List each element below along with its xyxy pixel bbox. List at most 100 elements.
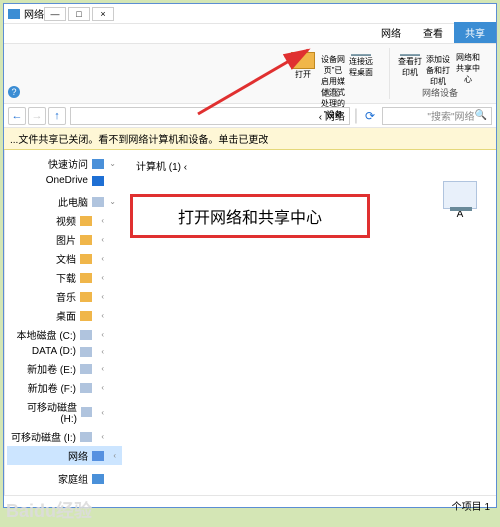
sidebar-item-drive-i[interactable]: ›可移动磁盘 (I:) xyxy=(7,427,122,446)
sidebar-label: 音乐 xyxy=(56,289,76,304)
sidebar-item-drive-f[interactable]: ›新加卷 (F:) xyxy=(7,378,122,397)
tab-file[interactable]: 共享 xyxy=(454,22,496,43)
sidebar-item-videos[interactable]: ›视频 xyxy=(7,211,122,230)
sidebar-label: 新加卷 (F:) xyxy=(28,380,76,395)
sidebar-item-drive-c[interactable]: ›本地磁盘 (C:) xyxy=(7,325,122,344)
sidebar-label: 文档 xyxy=(56,251,76,266)
sidebar-label: OneDrive xyxy=(46,175,88,186)
ribbon-sharing-center-label: 网络和共享中心 xyxy=(454,52,482,85)
info-bar[interactable]: 文件共享已关闭。看不到网络计算机和设备。单击已更改... xyxy=(4,128,496,150)
ribbon-open-button[interactable]: 打开 xyxy=(289,52,317,80)
sidebar-label: 图片 xyxy=(56,232,76,247)
sidebar-label: 此电脑 xyxy=(58,194,88,209)
ribbon-group-label-1: 网络设备 xyxy=(422,86,458,99)
sidebar-item-documents[interactable]: ›文档 xyxy=(7,249,122,268)
titlebar: × □ — 网络 xyxy=(4,4,496,24)
sidebar-label: 本地磁盘 (C:) xyxy=(17,327,76,342)
sidebar-label: 网络 xyxy=(68,448,88,463)
window: × □ — 网络 共享 查看 网络 网络和共享中心 添加设备和打印机 查看打印机… xyxy=(3,3,497,508)
folder-icon xyxy=(80,235,92,245)
back-button[interactable]: ← xyxy=(8,107,26,125)
sidebar-item-onedrive[interactable]: OneDrive xyxy=(7,173,122,188)
ribbon-props-label: 查看打印机 xyxy=(398,56,422,78)
folder-icon xyxy=(80,216,92,226)
minimize-button[interactable]: — xyxy=(44,7,66,21)
tab-view[interactable]: 查看 xyxy=(412,22,454,43)
ribbon-media-button[interactable]: 设备网页"已启用媒体流式处理的设备" xyxy=(321,54,345,78)
annotation-callout: 打开网络和共享中心 xyxy=(130,194,370,238)
monitor-icon xyxy=(443,181,477,209)
network-icon xyxy=(92,451,104,461)
sidebar-label: 可移动磁盘 (I:) xyxy=(11,429,76,444)
sidebar-item-network[interactable]: ›网络 xyxy=(7,446,122,465)
pc-icon xyxy=(92,197,104,207)
cloud-icon xyxy=(92,176,104,186)
ribbon-add-device-label: 添加设备和打印机 xyxy=(426,54,450,87)
address-path[interactable]: 网络 › xyxy=(70,107,350,125)
folder-icon xyxy=(80,254,92,264)
drive-icon xyxy=(81,407,92,417)
nav-sidebar: ⌄快速访问 OneDrive ⌄此电脑 ›视频 ›图片 ›文档 ›下载 ›音乐 … xyxy=(4,150,124,495)
sidebar-label: 新加卷 (E:) xyxy=(27,361,76,376)
sidebar-label: 家庭组 xyxy=(58,471,88,486)
sidebar-item-pictures[interactable]: ›图片 xyxy=(7,230,122,249)
drive-icon xyxy=(80,432,92,442)
sidebar-label: 视频 xyxy=(56,213,76,228)
help-button[interactable]: ? xyxy=(8,86,20,98)
sidebar-item-desktop[interactable]: ›桌面 xyxy=(7,306,122,325)
sidebar-label: 可移动磁盘 (H:) xyxy=(11,399,77,425)
ribbon-remote-label: 连接远程桌面 xyxy=(349,56,373,78)
computer-item[interactable]: A xyxy=(430,181,490,220)
drive-icon xyxy=(80,364,92,374)
window-title: 网络 xyxy=(24,6,44,21)
maximize-button[interactable]: □ xyxy=(68,7,90,21)
ribbon-tabs: 共享 查看 网络 xyxy=(4,24,496,44)
ribbon: 网络和共享中心 添加设备和打印机 查看打印机 网络设备 连接远程桌面 设备网页"… xyxy=(4,44,496,104)
sidebar-item-music[interactable]: ›音乐 xyxy=(7,287,122,306)
ribbon-sharing-center-button[interactable]: 网络和共享中心 xyxy=(454,52,482,80)
ribbon-remote-button[interactable]: 连接远程桌面 xyxy=(349,54,373,78)
search-input[interactable]: 🔍 搜索"网络" xyxy=(382,107,492,125)
status-text: 1 个项目 xyxy=(452,498,490,513)
folder-icon xyxy=(80,292,92,302)
ribbon-open-label: 打开 xyxy=(295,69,311,80)
ribbon-add-device-button[interactable]: 添加设备和打印机 xyxy=(426,54,450,78)
close-button[interactable]: × xyxy=(92,7,114,21)
up-button[interactable]: ↑ xyxy=(48,107,66,125)
sidebar-item-drive-h[interactable]: ›可移动磁盘 (H:) xyxy=(7,397,122,427)
star-icon xyxy=(92,159,104,169)
refresh-button[interactable]: ⟳ xyxy=(362,109,378,123)
sidebar-item-drive-d[interactable]: ›DATA (D:) xyxy=(7,344,122,359)
app-icon xyxy=(8,9,20,19)
search-icon: 🔍 xyxy=(475,110,487,121)
folder-icon xyxy=(80,273,92,283)
watermark: Baidu经验 xyxy=(6,497,92,523)
search-placeholder: 搜索"网络" xyxy=(427,108,474,123)
sidebar-label: 下载 xyxy=(56,270,76,285)
sidebar-item-thispc[interactable]: ⌄ 此电脑 xyxy=(7,192,122,211)
sidebar-label: DATA (D:) xyxy=(32,346,76,357)
drive-icon xyxy=(80,347,92,357)
separator: | xyxy=(354,107,358,125)
ribbon-group-label-2: 选区 xyxy=(322,86,340,99)
sidebar-label: 桌面 xyxy=(56,308,76,323)
chevron-down-icon: ⌄ xyxy=(108,159,116,168)
ribbon-props-button[interactable]: 查看打印机 xyxy=(398,54,422,78)
sidebar-item-homegroup[interactable]: 家庭组 xyxy=(7,469,122,488)
address-bar: 🔍 搜索"网络" ⟳ | 网络 › ↑ → ← xyxy=(4,104,496,128)
address-path-text: 网络 › xyxy=(319,108,345,123)
forward-button[interactable]: → xyxy=(28,107,46,125)
sidebar-label: 快速访问 xyxy=(48,156,88,171)
folder-icon xyxy=(80,311,92,321)
sidebar-item-drive-e[interactable]: ›新加卷 (E:) xyxy=(7,359,122,378)
drive-icon xyxy=(80,330,92,340)
tab-network[interactable]: 网络 xyxy=(370,22,412,43)
homegroup-icon xyxy=(92,474,104,484)
group-header[interactable]: › 计算机 (1) xyxy=(130,156,490,175)
drive-icon xyxy=(80,383,92,393)
chevron-down-icon: ⌄ xyxy=(108,197,116,206)
main-pane[interactable]: › 计算机 (1) A 打开网络和共享中心 xyxy=(124,150,496,495)
sidebar-item-downloads[interactable]: ›下载 xyxy=(7,268,122,287)
content-area: › 计算机 (1) A 打开网络和共享中心 ⌄ 快速访问 OneDrive ⌄ 此电… xyxy=(4,150,496,495)
sidebar-item-quick[interactable]: ⌄ 快速访问 xyxy=(7,154,122,173)
